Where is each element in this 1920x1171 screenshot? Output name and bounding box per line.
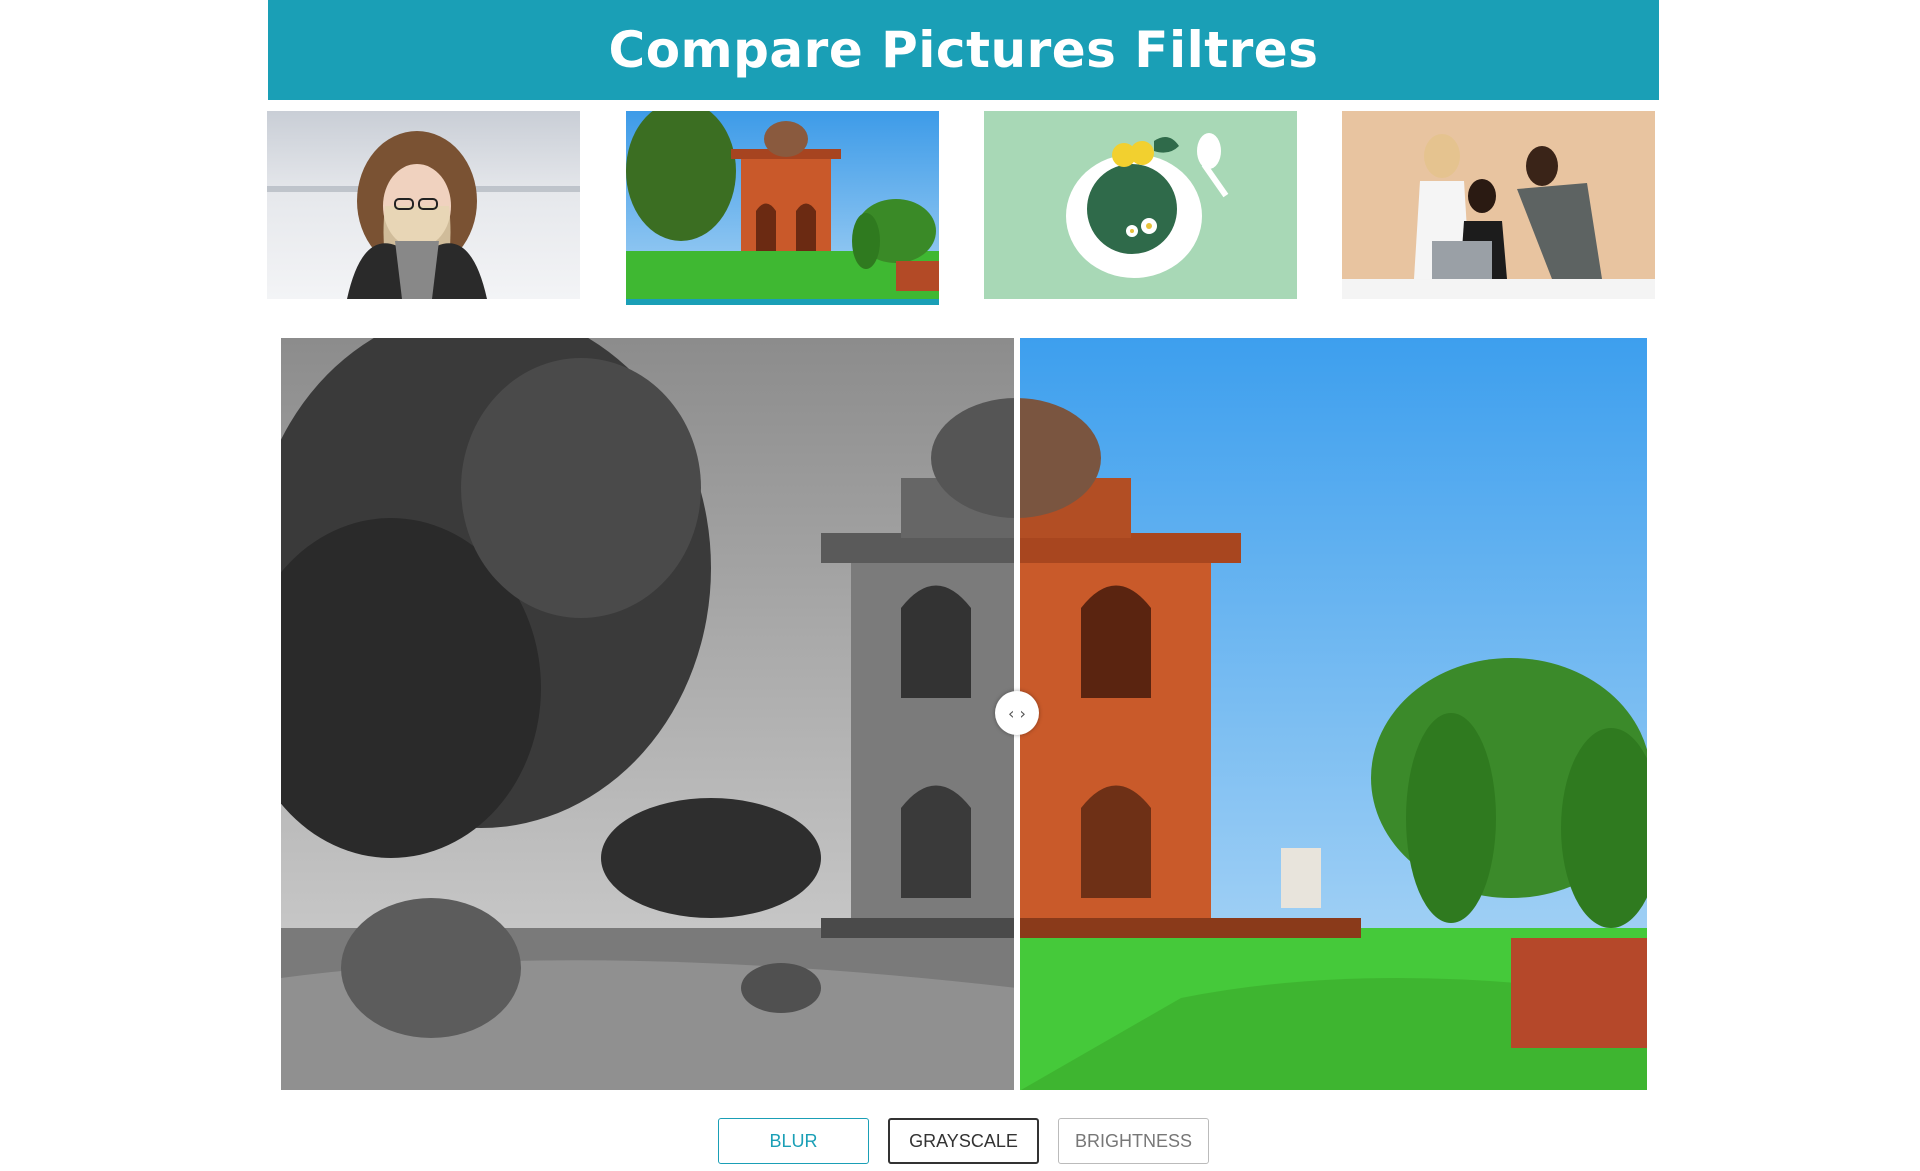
brightness-button[interactable]: BRIGHTNESS (1058, 1118, 1209, 1164)
team-at-laptop-image (1342, 111, 1655, 299)
page-title: Compare Pictures Filtres (608, 21, 1319, 79)
monument-image (626, 111, 939, 299)
compare-handle[interactable]: ‹ › (995, 691, 1039, 735)
thumbnail-tea-cup[interactable] (984, 111, 1297, 299)
blur-button[interactable]: BLUR (718, 1118, 869, 1164)
thumbnail-team-at-laptop[interactable] (1342, 111, 1655, 299)
thumbnail-woman-in-snow[interactable] (267, 111, 580, 299)
thumbnail-monument[interactable] (626, 111, 939, 305)
grayscale-button[interactable]: GRAYSCALE (888, 1118, 1039, 1164)
tea-cup-image (984, 111, 1297, 299)
arrows-left-right-icon: ‹ › (1008, 703, 1026, 723)
compare-image (281, 338, 1647, 1090)
woman-in-snow-image (267, 111, 580, 299)
page-header: Compare Pictures Filtres (268, 0, 1659, 100)
filter-button-group: BLUR GRAYSCALE BRIGHTNESS (0, 1118, 1920, 1166)
image-compare-slider[interactable]: ‹ › (281, 338, 1647, 1090)
